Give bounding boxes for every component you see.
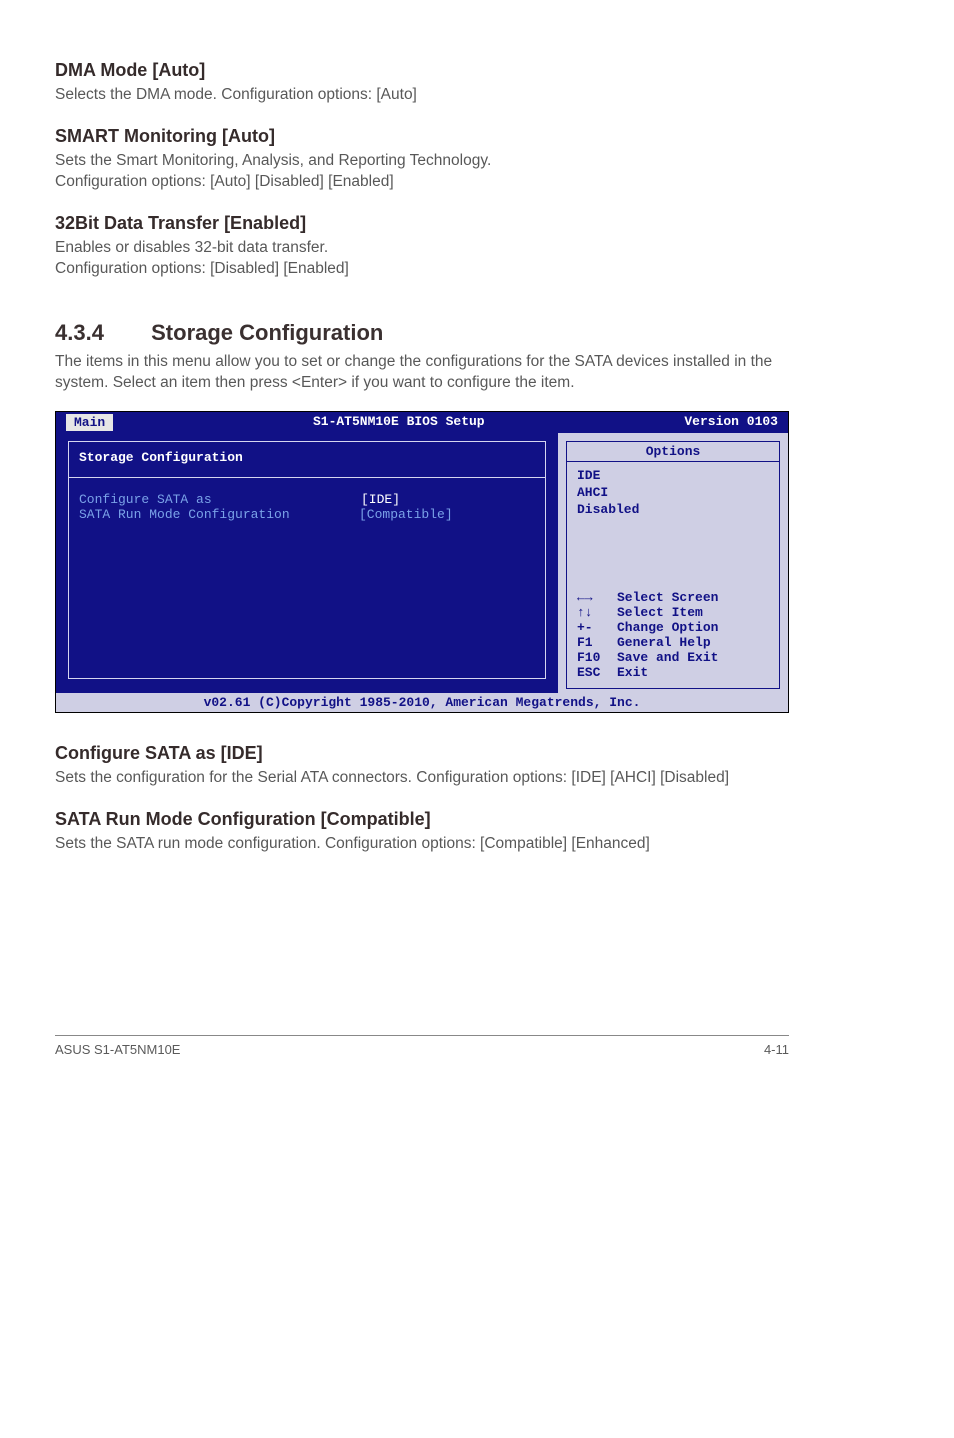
bios-row-label: Configure SATA as — [79, 492, 359, 507]
bios-options-title: Options — [566, 441, 780, 462]
bios-footer: v02.61 (C)Copyright 1985-2010, American … — [56, 693, 788, 712]
bios-left-panel: Storage Configuration Configure SATA as … — [56, 433, 558, 693]
section-number: 4.3.4 — [55, 320, 145, 346]
bios-mode: AHCI — [577, 485, 769, 502]
section-intro: The items in this menu allow you to set … — [55, 352, 789, 394]
body-configure-sata: Sets the configuration for the Serial AT… — [55, 768, 789, 789]
page-footer: ASUS S1-AT5NM10E 4-11 — [55, 1035, 789, 1057]
body-smart: Sets the Smart Monitoring, Analysis, and… — [55, 151, 789, 193]
bios-key-desc: Select Screen — [617, 590, 718, 605]
bios-mode: IDE — [577, 468, 769, 485]
bios-mode: Disabled — [577, 502, 769, 519]
body-sata-run: Sets the SATA run mode configuration. Co… — [55, 834, 789, 855]
body-32bit-2: Configuration options: [Disabled] [Enabl… — [55, 260, 349, 277]
bios-topbar: Main S1-AT5NM10E BIOS Setup Version 0103 — [56, 412, 788, 433]
bios-key-sym: ↑↓ — [577, 605, 617, 620]
body-32bit-1: Enables or disables 32-bit data transfer… — [55, 239, 328, 256]
bios-box-title: Storage Configuration — [79, 450, 535, 465]
section-heading-storage: 4.3.4 Storage Configuration — [55, 320, 789, 346]
bios-keys: ←→Select Screen ↑↓Select Item +-Change O… — [577, 590, 769, 680]
bios-key-desc: Change Option — [617, 620, 718, 635]
bios-key-desc: General Help — [617, 635, 711, 650]
body-32bit: Enables or disables 32-bit data transfer… — [55, 238, 789, 280]
bios-row-value: [IDE] — [359, 492, 402, 507]
bios-tab-main: Main — [66, 414, 113, 431]
bios-key-sym: +- — [577, 620, 617, 635]
heading-sata-run: SATA Run Mode Configuration [Compatible] — [55, 809, 789, 830]
heading-configure-sata: Configure SATA as [IDE] — [55, 743, 789, 764]
bios-row: Configure SATA as [IDE] — [79, 492, 535, 507]
bios-key-desc: Select Item — [617, 605, 703, 620]
bios-row-value: [Compatible] — [359, 507, 453, 522]
bios-right-panel: Options IDE AHCI Disabled ←→Select Scree… — [558, 433, 788, 693]
section-title: Storage Configuration — [151, 320, 383, 345]
heading-32bit: 32Bit Data Transfer [Enabled] — [55, 213, 789, 234]
body-dma: Selects the DMA mode. Configuration opti… — [55, 85, 789, 106]
heading-dma: DMA Mode [Auto] — [55, 60, 789, 81]
bios-key-sym: F1 — [577, 635, 617, 650]
bios-version: Version 0103 — [684, 414, 778, 431]
bios-title: S1-AT5NM10E BIOS Setup — [313, 414, 485, 431]
body-smart-1: Sets the Smart Monitoring, Analysis, and… — [55, 152, 491, 169]
heading-smart: SMART Monitoring [Auto] — [55, 126, 789, 147]
bios-row: SATA Run Mode Configuration [Compatible] — [79, 507, 535, 522]
footer-left: ASUS S1-AT5NM10E — [55, 1042, 180, 1057]
bios-screenshot: Main S1-AT5NM10E BIOS Setup Version 0103… — [55, 411, 789, 713]
bios-key-sym: F10 — [577, 650, 617, 665]
bios-key-desc: Save and Exit — [617, 650, 718, 665]
bios-key-sym: ←→ — [577, 590, 617, 605]
bios-key-sym: ESC — [577, 665, 617, 680]
bios-row-label: SATA Run Mode Configuration — [79, 507, 359, 522]
footer-right: 4-11 — [764, 1042, 789, 1057]
body-smart-2: Configuration options: [Auto] [Disabled]… — [55, 173, 394, 190]
bios-key-desc: Exit — [617, 665, 648, 680]
